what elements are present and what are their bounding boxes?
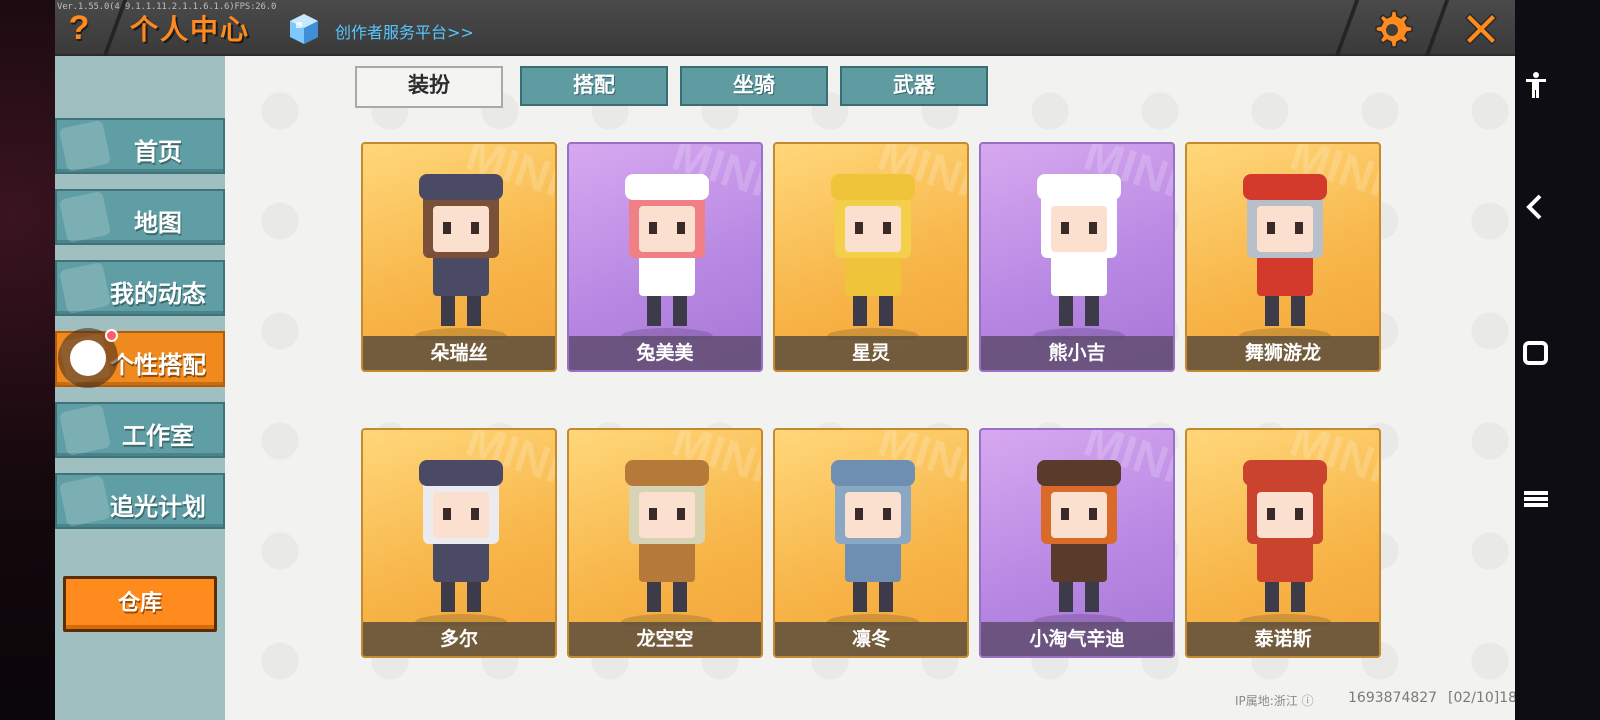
creator-platform-link[interactable]: 创作者服务平台>> — [335, 19, 474, 43]
avatar-figure-icon — [827, 174, 919, 340]
tab-mounts[interactable]: 坐骑 — [680, 66, 828, 106]
skin-name-label: 龙空空 — [569, 622, 761, 656]
divider — [1334, 0, 1360, 56]
skin-name-label: 朵瑞丝 — [363, 336, 555, 370]
timestamp-text: [02/10]18:50:0 [5 — [1448, 690, 1515, 706]
avatar-figure-icon — [621, 460, 713, 626]
sidebar-item-my-feed[interactable]: 我的动态 — [55, 260, 225, 316]
tab-weapons[interactable]: 武器 — [840, 66, 988, 106]
skin-name-label: 熊小吉 — [981, 336, 1173, 370]
back-icon[interactable] — [1521, 192, 1551, 222]
sidebar-item-home[interactable]: 首页 — [55, 118, 225, 174]
skin-card[interactable]: MINI 多尔 — [361, 428, 557, 658]
notification-dot — [105, 329, 118, 342]
sidebar: 首页 地图 我的动态 个性搭配 工作室 追光计划 仓库 — [55, 56, 225, 720]
close-icon[interactable] — [1460, 8, 1502, 50]
skin-card[interactable]: MINI 龙空空 — [567, 428, 763, 658]
help-button[interactable]: ? — [61, 8, 97, 48]
divider — [1424, 0, 1450, 56]
avatar-figure-icon — [415, 174, 507, 340]
skin-card[interactable]: MINI 熊小吉 — [979, 142, 1175, 372]
recents-menu-icon[interactable] — [1521, 484, 1551, 514]
user-id-text: 1693874827 — [1348, 690, 1438, 706]
avatar-figure-icon — [1239, 174, 1331, 340]
avatar-figure-icon — [621, 174, 713, 340]
skin-name-label: 小淘气辛迪 — [981, 622, 1173, 656]
avatar-figure-icon — [827, 460, 919, 626]
skin-card[interactable]: MINI 泰诺斯 — [1185, 428, 1381, 658]
home-square-icon[interactable] — [1521, 338, 1551, 368]
skin-name-label: 泰诺斯 — [1187, 622, 1379, 656]
skin-name-label: 凛冬 — [775, 622, 967, 656]
skin-name-label: 舞狮游龙 — [1187, 336, 1379, 370]
skin-name-label: 多尔 — [363, 622, 555, 656]
avatar-figure-icon — [1033, 174, 1125, 340]
sidebar-item-map[interactable]: 地图 — [55, 189, 225, 245]
sidebar-item-label: 追光计划 — [110, 493, 206, 521]
settings-gear-icon[interactable] — [1371, 8, 1413, 50]
warehouse-button[interactable]: 仓库 — [63, 576, 217, 632]
personal-center-window: Ver.1.55.0(4.9.1.1.11.2.1.1.6.1.6)FPS:26… — [55, 0, 1515, 720]
skin-card[interactable]: MINI 小淘气辛迪 — [979, 428, 1175, 658]
sidebar-item-label: 地图 — [134, 209, 182, 237]
skin-card[interactable]: MINI 朵瑞丝 — [361, 142, 557, 372]
skin-card[interactable]: MINI 星灵 — [773, 142, 969, 372]
top-bar: Ver.1.55.0(4.9.1.1.11.2.1.1.6.1.6)FPS:26… — [55, 0, 1515, 56]
skin-card[interactable]: MINI 舞狮游龙 — [1185, 142, 1381, 372]
page-title: 个人中心 — [130, 13, 251, 46]
tab-combos[interactable]: 搭配 — [520, 66, 668, 106]
accessibility-icon[interactable] — [1521, 70, 1551, 100]
sidebar-item-studio[interactable]: 工作室 — [55, 402, 225, 458]
left-screen-border — [0, 0, 55, 720]
skin-card[interactable]: MINI 兔美美 — [567, 142, 763, 372]
sidebar-item-chase-light[interactable]: 追光计划 — [55, 473, 225, 529]
avatar-figure-icon — [1033, 460, 1125, 626]
sidebar-item-label: 我的动态 — [110, 280, 206, 308]
skin-card[interactable]: MINI 凛冬 — [773, 428, 969, 658]
skin-name-label: 星灵 — [775, 336, 967, 370]
content-area: 装扮 搭配 坐骑 武器 MINI 朵瑞丝 MINI 兔美美 MINI 星灵 MINI 熊小吉 M… — [225, 56, 1515, 720]
skin-name-label: 兔美美 — [569, 336, 761, 370]
creator-platform-icon[interactable] — [287, 12, 321, 46]
avatar-figure-icon — [415, 460, 507, 626]
ip-location-text: IP属地:浙江 ⓘ — [1235, 694, 1314, 708]
avatar-figure-icon — [1239, 460, 1331, 626]
sidebar-item-label: 首页 — [134, 138, 182, 166]
sidebar-item-label: 工作室 — [122, 422, 194, 450]
tab-dress-up[interactable]: 装扮 — [355, 66, 503, 108]
